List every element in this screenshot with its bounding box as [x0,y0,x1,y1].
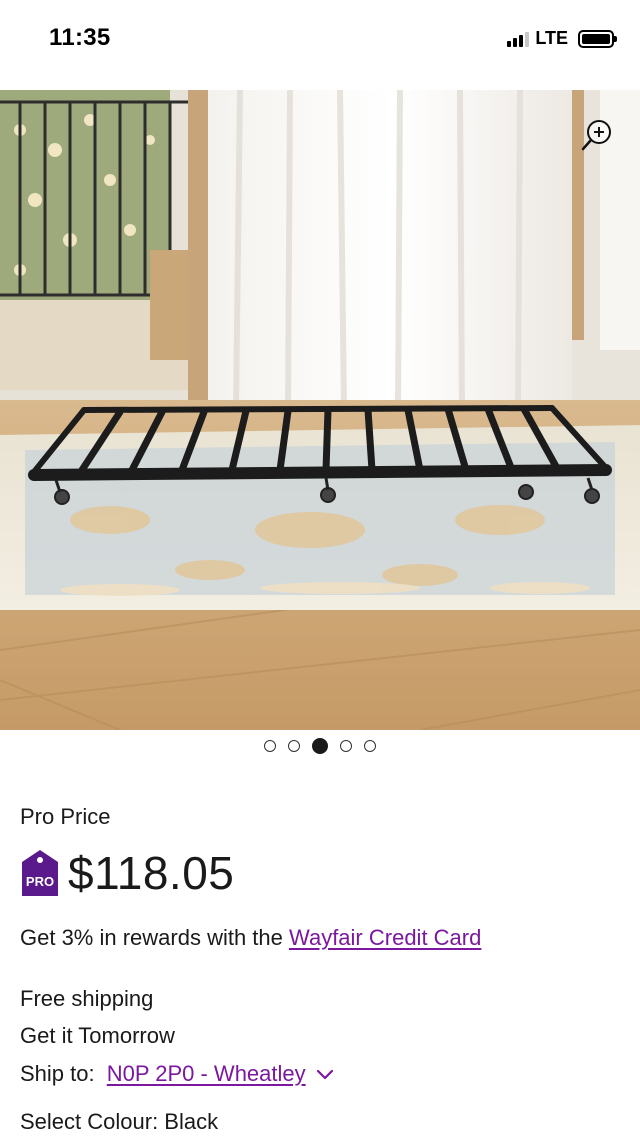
free-shipping: Free shipping [20,986,154,1011]
price-row: PRO $118.05 [20,846,234,900]
carousel-dot[interactable] [264,740,276,752]
ship-to-label: Ship to: [20,1061,101,1086]
pro-price-label: Pro Price [20,804,111,829]
battery-icon [578,29,617,48]
colour-label: Select Colour: [20,1109,165,1134]
zoom-in-icon[interactable] [580,118,614,152]
rewards-text: Get 3% in rewards with the [20,925,290,950]
ship-to-location-link[interactable]: N0P 2P0 - Wheatley [107,1061,306,1087]
pro-badge-text: PRO [26,874,54,889]
credit-card-link[interactable]: Wayfair Credit Card [289,925,481,950]
colour-value: Black [164,1109,219,1134]
carousel-dot[interactable] [364,740,376,752]
status-indicators: LTE [507,28,617,49]
product-price: $118.05 [68,847,235,899]
rewards-line: Get 3% in rewards with the Wayfair Credi… [20,925,481,951]
signal-icon [507,31,530,47]
carousel-dot[interactable] [288,740,300,752]
product-image[interactable] [0,90,640,730]
select-colour: Select Colour: Black [20,1109,218,1135]
chevron-down-icon[interactable] [316,1065,334,1083]
delivery-estimate: Get it Tomorrow [20,1023,175,1048]
pro-badge-icon: PRO [22,850,58,896]
carousel-dot-active[interactable] [312,738,328,754]
product-photo [0,90,640,730]
carousel-dots [0,738,640,754]
carousel-dot[interactable] [340,740,352,752]
ship-to-row: Ship to: N0P 2P0 - Wheatley [20,1061,334,1087]
status-bar: 11:35 LTE [0,0,640,80]
status-time: 11:35 [49,24,111,51]
network-label: LTE [535,28,568,48]
